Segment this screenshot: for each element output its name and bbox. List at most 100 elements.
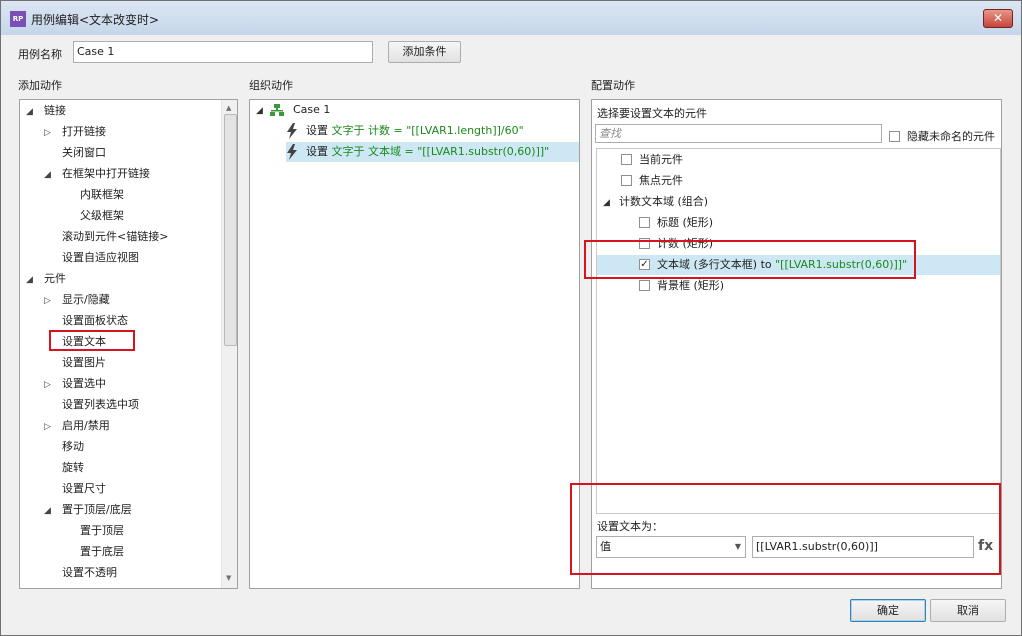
action-item[interactable]: ◢ 元件: [26, 269, 66, 289]
widget-node-label: 标题 (矩形): [657, 216, 714, 229]
action-item-label: 设置选中: [62, 377, 106, 390]
annotation-box-textarea: [584, 240, 916, 279]
action-item-label: 置于顶层/底层: [62, 503, 132, 516]
action-item-label: 关闭窗口: [62, 146, 106, 159]
action-item[interactable]: 关闭窗口: [44, 143, 106, 163]
dialog-window: RP 用例编辑<文本改变时> ✕ 用例名称 Case 1 添加条件 添加动作 组…: [0, 0, 1022, 636]
window-title: 用例编辑<文本改变时>: [31, 13, 160, 27]
action-item-label: 启用/禁用: [62, 419, 110, 432]
add-actions-scrollbar[interactable]: ▲ ▼: [221, 100, 237, 588]
ok-button[interactable]: 确定: [850, 599, 926, 622]
action-item[interactable]: 设置不透明: [44, 563, 117, 583]
action-item[interactable]: 设置尺寸: [44, 479, 106, 499]
action-item-label: 设置尺寸: [62, 482, 106, 495]
configure-actions-header: 配置动作: [591, 79, 635, 92]
lightning-icon: [287, 123, 297, 139]
hide-unnamed-checkbox[interactable]: [889, 130, 900, 142]
widget-group-node[interactable]: ◢ 计数文本域 (组合): [603, 192, 708, 212]
case-tree-icon: [269, 104, 284, 116]
action-item-label: 置于顶层: [80, 524, 124, 537]
action-item[interactable]: 设置自适应视图: [44, 248, 139, 268]
action-item[interactable]: ▷ 设置选中: [44, 374, 106, 394]
cancel-button[interactable]: 取消: [930, 599, 1006, 622]
organized-action-row[interactable]: 设置 文字于 计数 = "[[LVAR1.length]]/60": [286, 121, 579, 141]
annotation-box-set-text: [49, 330, 135, 351]
expand-arrow-icon[interactable]: ◢: [256, 101, 266, 121]
app-icon: RP: [10, 11, 26, 27]
collapsed-arrow-icon[interactable]: ▷: [44, 291, 54, 311]
action-prefix: 设置: [306, 124, 332, 137]
action-item-label: 父级框架: [80, 209, 124, 222]
action-item-label: 设置列表选中项: [62, 398, 139, 411]
add-condition-button[interactable]: 添加条件: [388, 41, 461, 63]
add-actions-header: 添加动作: [18, 79, 62, 92]
collapsed-arrow-icon[interactable]: ▷: [44, 375, 54, 395]
action-item[interactable]: 设置图片: [44, 353, 106, 373]
action-item[interactable]: ▷ 打开链接: [44, 122, 106, 142]
case-label: Case 1: [293, 103, 331, 116]
action-item[interactable]: 设置面板状态: [44, 311, 128, 331]
expanded-arrow-icon[interactable]: ◢: [603, 193, 613, 213]
action-value: = "[[LVAR1.length]]/60": [390, 124, 524, 137]
action-item-label: 在框架中打开链接: [62, 167, 150, 180]
scroll-up-arrow-icon[interactable]: ▲: [226, 104, 231, 112]
action-prefix: 设置: [306, 145, 332, 158]
expanded-arrow-icon[interactable]: ◢: [26, 270, 36, 290]
action-item-label: 置于底层: [80, 545, 124, 558]
action-item[interactable]: 旋转: [44, 458, 84, 478]
action-item-label: 元件: [44, 272, 66, 285]
action-item[interactable]: ◢ 在框架中打开链接: [44, 164, 150, 184]
action-item[interactable]: 父级框架: [62, 206, 124, 226]
action-item[interactable]: ◢ 置于顶层/底层: [44, 500, 132, 520]
action-item-label: 设置自适应视图: [62, 251, 139, 264]
action-item-label: 设置面板状态: [62, 314, 128, 327]
action-item-label: 打开链接: [62, 125, 106, 138]
checkbox[interactable]: [621, 153, 632, 165]
hide-unnamed-toggle[interactable]: 隐藏未命名的元件: [889, 128, 995, 144]
scroll-thumb[interactable]: [224, 114, 237, 346]
widget-node[interactable]: 背景框 (矩形): [639, 276, 724, 296]
search-input[interactable]: 查找: [595, 124, 882, 143]
hide-unnamed-label: 隐藏未命名的元件: [907, 130, 995, 143]
action-target: 文字于 计数: [331, 124, 391, 137]
case-name-input[interactable]: Case 1: [73, 41, 373, 63]
collapsed-arrow-icon[interactable]: ▷: [44, 417, 54, 437]
widget-node[interactable]: 当前元件: [621, 150, 683, 170]
organize-actions-header: 组织动作: [249, 79, 293, 92]
action-item-label: 旋转: [62, 461, 84, 474]
action-item[interactable]: 移动: [44, 437, 84, 457]
action-item-label: 显示/隐藏: [62, 293, 110, 306]
action-item[interactable]: ▷ 显示/隐藏: [44, 290, 110, 310]
action-item-label: 内联框架: [80, 188, 124, 201]
action-item[interactable]: 滚动到元件<锚链接>: [44, 227, 168, 247]
widget-node[interactable]: 标题 (矩形): [639, 213, 713, 233]
action-item[interactable]: 置于顶层: [62, 521, 124, 541]
widget-node-label: 计数文本域 (组合): [619, 195, 709, 208]
collapsed-arrow-icon[interactable]: ▷: [44, 123, 54, 143]
organized-action-row[interactable]: 设置 文字于 文本域 = "[[LVAR1.substr(0,60)]]": [286, 142, 579, 162]
action-item-label: 链接: [44, 104, 66, 117]
action-item[interactable]: 置于底层: [62, 542, 124, 562]
title-bar: RP 用例编辑<文本改变时> ✕: [1, 1, 1021, 35]
widget-node[interactable]: 焦点元件: [621, 171, 683, 191]
action-item[interactable]: ◢ 链接: [26, 101, 66, 121]
checkbox[interactable]: [621, 174, 632, 186]
action-item[interactable]: 内联框架: [62, 185, 124, 205]
expanded-arrow-icon[interactable]: ◢: [44, 501, 54, 521]
lightning-icon: [287, 144, 297, 160]
close-button[interactable]: ✕: [983, 9, 1013, 28]
action-item-label: 设置图片: [62, 356, 106, 369]
scroll-down-arrow-icon[interactable]: ▼: [226, 574, 231, 582]
organize-actions-panel: ◢ Case 1 设置 文字于 计数 = "[[LVAR1.length]]/6…: [249, 99, 580, 589]
checkbox[interactable]: [639, 279, 650, 291]
expanded-arrow-icon[interactable]: ◢: [44, 165, 54, 185]
action-item[interactable]: ▷ 启用/禁用: [44, 416, 110, 436]
action-item[interactable]: 设置列表选中项: [44, 395, 139, 415]
case-name-label: 用例名称: [18, 48, 62, 61]
widget-node-label: 当前元件: [639, 153, 683, 166]
checkbox[interactable]: [639, 216, 650, 228]
case-node[interactable]: ◢ Case 1: [256, 100, 330, 120]
action-item-label: 设置不透明: [62, 566, 117, 579]
select-widget-label: 选择要设置文本的元件: [597, 107, 707, 120]
expanded-arrow-icon[interactable]: ◢: [26, 102, 36, 122]
